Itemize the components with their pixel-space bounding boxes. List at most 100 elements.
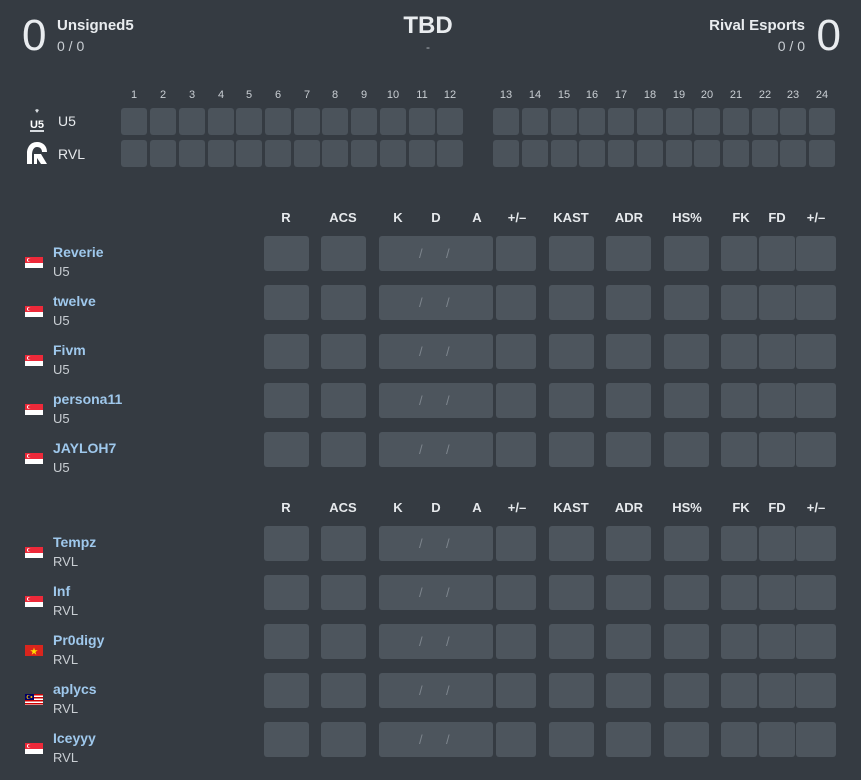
stat-cell (759, 722, 795, 757)
stat-cell (549, 383, 594, 418)
right-team-score: 0 (816, 11, 841, 60)
country-flag-icon (25, 305, 43, 317)
stat-cell (759, 432, 795, 467)
round-cell-team-b (752, 140, 778, 167)
player-name-link[interactable]: Inf (53, 583, 70, 599)
kda-cell: / / (379, 673, 493, 708)
stat-cell (606, 526, 651, 561)
rvl-logo-icon (25, 140, 49, 166)
stat-cell (606, 383, 651, 418)
stat-cell (321, 722, 366, 757)
stat-cell (664, 383, 709, 418)
stat-cell (321, 236, 366, 271)
stat-cell (721, 383, 757, 418)
round-cell-team-b (522, 140, 548, 167)
player-name-link[interactable]: JAYLOH7 (53, 440, 116, 456)
country-flag-icon (25, 644, 43, 656)
kda-separator: / (419, 634, 423, 649)
round-cell-team-b (121, 140, 147, 167)
round-number: 7 (303, 89, 311, 101)
stat-cell (549, 526, 594, 561)
round-cell-team-a (437, 108, 463, 135)
player-name-link[interactable]: Pr0digy (53, 632, 104, 648)
stat-cell (606, 334, 651, 369)
round-cell-team-b (437, 140, 463, 167)
round-number: 3 (188, 89, 196, 101)
stat-cell (796, 236, 836, 271)
stat-cell (664, 526, 709, 561)
map-name: TBD (403, 12, 453, 39)
round-cell-team-a (493, 108, 519, 135)
round-cell-team-a (265, 108, 291, 135)
stat-cell (321, 285, 366, 320)
kda-separator: / (446, 683, 450, 698)
kda-separator: / (419, 246, 423, 261)
kda-separator: / (446, 732, 450, 747)
round-number: 15 (557, 89, 571, 101)
kda-separator: / (419, 732, 423, 747)
kda-cell: / / (379, 526, 493, 561)
stat-header: ADR (614, 500, 644, 515)
round-cell-team-b (409, 140, 435, 167)
stat-cell (759, 285, 795, 320)
round-cell-team-a (322, 108, 348, 135)
stat-cell (606, 236, 651, 271)
country-flag-icon (25, 256, 43, 268)
round-cell-team-b (608, 140, 634, 167)
country-flag-icon (25, 546, 43, 558)
round-number: 2 (159, 89, 167, 101)
stat-header: ADR (614, 210, 644, 225)
map-duration: - (426, 40, 430, 54)
round-cell-team-a (666, 108, 692, 135)
stat-cell (759, 526, 795, 561)
round-number: 18 (643, 89, 657, 101)
right-team-name[interactable]: Rival Esports (709, 17, 805, 34)
stat-cell (549, 722, 594, 757)
kda-separator: / (446, 442, 450, 457)
stat-cell (496, 383, 536, 418)
round-number: 23 (786, 89, 800, 101)
round-number: 17 (614, 89, 628, 101)
round-cell-team-b (809, 140, 835, 167)
stat-cell (321, 526, 366, 561)
kda-cell: / / (379, 334, 493, 369)
player-name-link[interactable]: Reverie (53, 244, 104, 260)
kda-cell: / / (379, 285, 493, 320)
player-name-link[interactable]: aplycs (53, 681, 97, 697)
round-cell-team-b (294, 140, 320, 167)
kda-separator: / (446, 393, 450, 408)
country-flag-icon (25, 742, 43, 754)
player-name-link[interactable]: Iceyyy (53, 730, 96, 746)
stat-cell (796, 285, 836, 320)
stat-cell (759, 334, 795, 369)
stat-cell (549, 334, 594, 369)
kda-separator: / (419, 536, 423, 551)
stat-header: +/– (507, 210, 527, 225)
kda-cell: / / (379, 575, 493, 610)
round-cell-team-b (351, 140, 377, 167)
kda-separator: / (446, 344, 450, 359)
country-flag-icon (25, 595, 43, 607)
player-name-link[interactable]: twelve (53, 293, 96, 309)
player-team: U5 (53, 313, 70, 328)
left-team-name[interactable]: Unsigned5 (57, 17, 134, 34)
round-number: 10 (386, 89, 400, 101)
stat-cell (796, 673, 836, 708)
stat-header: KAST (553, 210, 589, 225)
stat-header: HS% (672, 210, 702, 225)
stat-cell (721, 722, 757, 757)
round-cell-team-a (208, 108, 234, 135)
kda-separator: / (419, 442, 423, 457)
player-team: RVL (53, 603, 79, 618)
round-cell-team-a (380, 108, 406, 135)
player-name-link[interactable]: persona11 (53, 391, 122, 407)
player-name-link[interactable]: Tempz (53, 534, 96, 550)
round-cell-team-a (809, 108, 835, 135)
stat-cell (759, 575, 795, 610)
country-flag-icon (25, 452, 43, 464)
player-name-link[interactable]: Fivm (53, 342, 86, 358)
stat-cell (496, 575, 536, 610)
round-number: 24 (815, 89, 829, 101)
kda-cell: / / (379, 236, 493, 271)
stat-cell (321, 432, 366, 467)
